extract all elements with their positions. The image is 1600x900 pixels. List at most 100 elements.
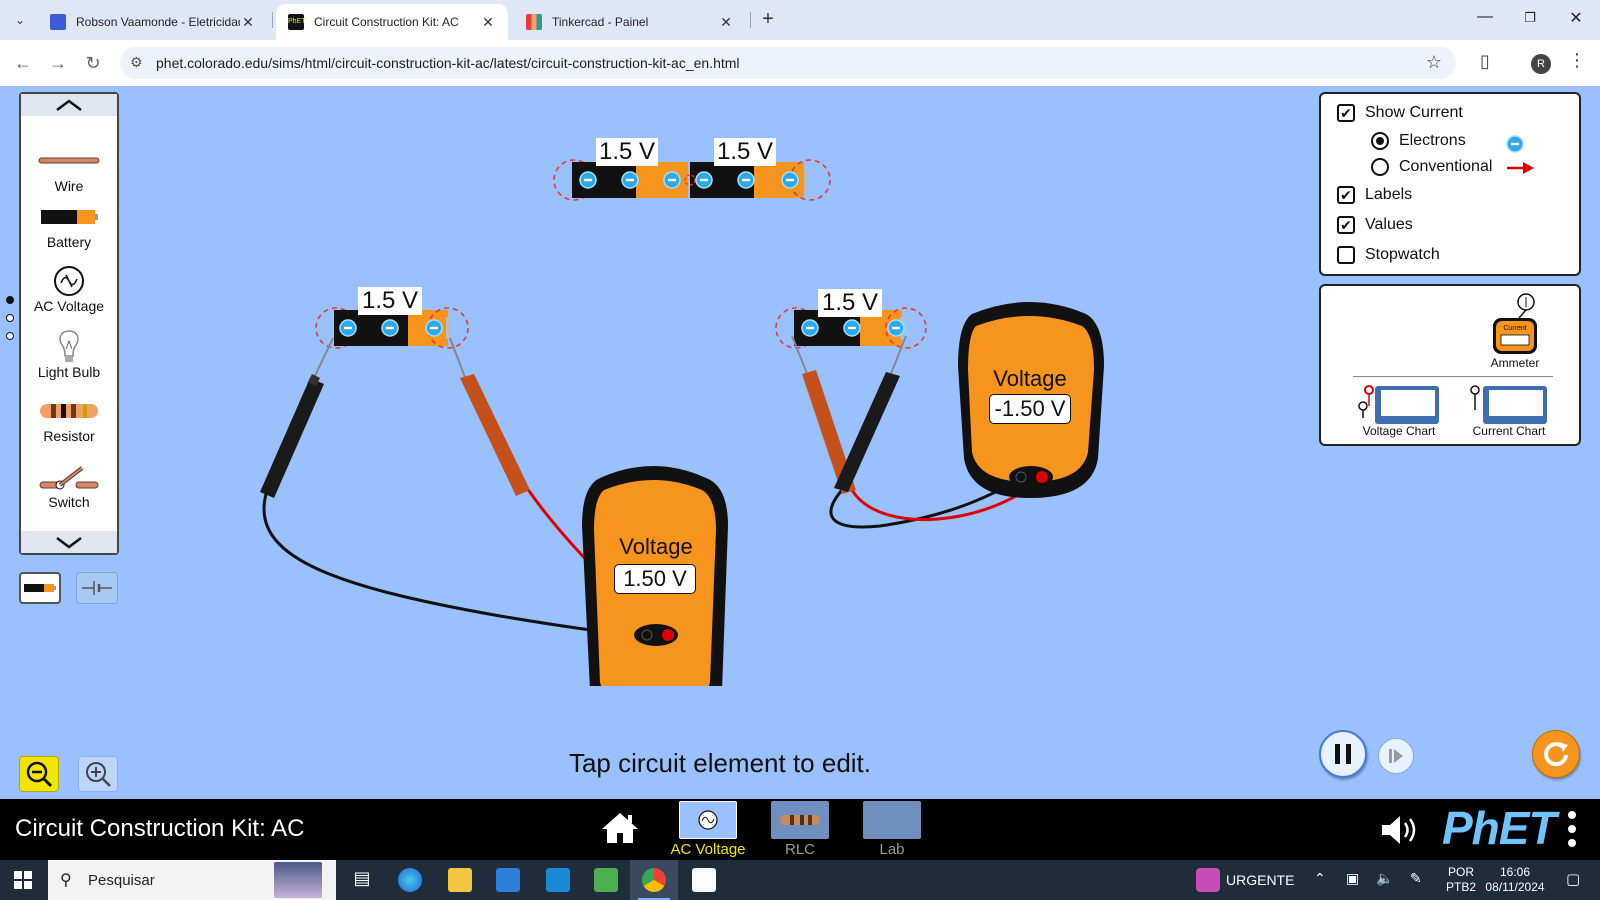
screen-label: AC Voltage	[670, 841, 746, 858]
url-text[interactable]: phet.colorado.edu/sims/html/circuit-cons…	[156, 55, 740, 71]
ammeter-tool[interactable]: Current	[1489, 292, 1539, 363]
black-probe-2[interactable]	[834, 335, 907, 492]
back-icon[interactable]: ←	[12, 52, 34, 74]
tab-separator	[750, 12, 751, 28]
voltmeter-2-title: Voltage	[993, 366, 1067, 391]
battery-value-label[interactable]: 1.5 V	[818, 289, 882, 317]
vertical-dots-icon	[1568, 811, 1576, 847]
app-icon[interactable]	[594, 868, 618, 892]
home-button[interactable]	[600, 811, 640, 850]
conventional-radio[interactable]: Conventional	[1371, 158, 1492, 176]
forward-icon[interactable]: →	[47, 52, 69, 74]
clock[interactable]: 16:06 08/11/2024	[1482, 865, 1548, 895]
reset-all-button[interactable]	[1532, 730, 1580, 778]
current-chart-label: Current Chart	[1472, 424, 1546, 438]
file-explorer-icon[interactable]	[448, 868, 472, 892]
browser-tab-robson[interactable]: Robson Vaamonde - Eletricidad ✕	[38, 4, 268, 40]
close-tab-icon[interactable]: ✕	[240, 14, 256, 31]
rlc-screen-icon	[771, 801, 829, 839]
whiteboard-icon[interactable]	[692, 868, 716, 892]
step-forward-button[interactable]	[1378, 738, 1414, 774]
battery-value-label[interactable]: 1.5 V	[714, 138, 776, 166]
checkbox-label: Stopwatch	[1365, 246, 1440, 263]
play-pause-button[interactable]	[1319, 730, 1367, 778]
close-tab-icon[interactable]: ✕	[718, 14, 734, 31]
mail-icon[interactable]	[546, 868, 570, 892]
tab-search-menu-icon[interactable]: ⌄	[8, 8, 32, 32]
red-probe-1[interactable]	[449, 337, 530, 496]
restore-icon[interactable]: ❐	[1518, 10, 1542, 26]
phet-favicon-icon: PhET	[288, 14, 306, 30]
tray-overflow-icon[interactable]: ⌃	[1314, 870, 1326, 887]
screen-tab-ac-voltage[interactable]: AC Voltage	[668, 799, 748, 858]
black-probe-1[interactable]	[260, 337, 334, 498]
tab-title: Circuit Construction Kit: AC	[314, 15, 459, 29]
minimize-icon[interactable]: —	[1473, 8, 1497, 26]
browser-address-bar: ← → ↻ ⚙ phet.colorado.edu/sims/html/circ…	[0, 40, 1600, 86]
checkbox-checked-icon: ✔	[1337, 186, 1355, 204]
radio-selected-icon	[1371, 132, 1389, 150]
phet-menu-button[interactable]	[1566, 809, 1578, 854]
values-checkbox[interactable]: ✔ Values	[1337, 216, 1413, 234]
toolbox-divider	[1353, 376, 1553, 377]
volume-icon[interactable]: 🔈	[1376, 870, 1393, 887]
urgente-app-icon[interactable]	[1196, 868, 1220, 892]
clock-date: 08/11/2024	[1485, 880, 1545, 894]
input-language[interactable]: POR PTB2	[1446, 865, 1476, 895]
lab-screen-icon	[863, 801, 921, 839]
profile-avatar[interactable]: R	[1531, 54, 1551, 74]
extensions-icon[interactable]: ▯	[1480, 51, 1490, 72]
notification-icon[interactable]: ▢	[1566, 870, 1580, 888]
zoom-out-button[interactable]	[19, 756, 59, 792]
network-icon[interactable]: ▣	[1346, 870, 1359, 887]
browser-tab-phet[interactable]: PhET Circuit Construction Kit: AC ✕	[276, 4, 508, 40]
ammeter-label: Ammeter	[1490, 356, 1540, 370]
battery-value-label[interactable]: 1.5 V	[596, 138, 658, 166]
pen-icon[interactable]: ✎	[1410, 870, 1422, 887]
screen-tab-rlc[interactable]: RLC	[760, 799, 840, 858]
pause-icon	[1335, 744, 1351, 764]
checkbox-label: Show Current	[1365, 104, 1463, 121]
new-tab-icon[interactable]: +	[756, 8, 780, 31]
browser-tab-tinkercad[interactable]: Tinkercad - Painel ✕	[514, 4, 746, 40]
clock-time: 16:06	[1499, 865, 1531, 879]
voltmeter-1-reading: 1.50 V	[614, 564, 696, 594]
sound-toggle-button[interactable]	[1380, 813, 1424, 852]
screen-label: Lab	[879, 841, 905, 858]
task-view-icon[interactable]: ▤	[350, 868, 374, 892]
sensor-toolbox: Current Ammeter Voltage Chart Current Ch…	[1319, 284, 1581, 446]
checkbox-label: Labels	[1365, 186, 1413, 203]
zoom-in-button[interactable]	[78, 756, 118, 792]
battery-top-right[interactable]	[684, 159, 831, 201]
home-icon	[602, 813, 638, 843]
phet-logo[interactable]: PhET	[1442, 801, 1557, 855]
edge-browser-icon[interactable]	[398, 868, 422, 892]
radio-unselected-icon	[1371, 158, 1389, 176]
tinkercad-favicon-icon	[526, 14, 542, 30]
reset-icon	[1544, 742, 1568, 767]
speaker-icon	[1382, 816, 1416, 844]
show-current-checkbox[interactable]: ✔ Show Current	[1337, 104, 1463, 122]
screen-tab-lab[interactable]: Lab	[852, 799, 932, 858]
close-window-icon[interactable]: ✕	[1564, 8, 1588, 28]
labels-checkbox[interactable]: ✔ Labels	[1337, 186, 1412, 204]
bookmark-star-icon[interactable]: ☆	[1426, 52, 1442, 73]
electrons-radio[interactable]: Electrons	[1371, 132, 1466, 150]
tab-title: Tinkercad - Painel	[552, 15, 649, 29]
close-tab-icon[interactable]: ✕	[480, 14, 496, 31]
site-info-icon[interactable]: ⚙	[130, 54, 143, 71]
windows-start-icon[interactable]	[14, 871, 32, 894]
voltmeter-2-reading: -1.50 V	[989, 394, 1071, 424]
chrome-taskbar-button[interactable]	[630, 860, 678, 900]
step-forward-icon	[1389, 749, 1403, 763]
url-field[interactable]: ⚙ phet.colorado.edu/sims/html/circuit-co…	[120, 47, 1456, 79]
browser-menu-icon[interactable]: ⋮	[1568, 50, 1586, 71]
taskbar-search-field[interactable]: ⚲ Pesquisar	[48, 860, 336, 900]
stopwatch-checkbox[interactable]: Stopwatch	[1337, 246, 1440, 264]
store-icon[interactable]	[496, 868, 520, 892]
urgente-label[interactable]: URGENTE	[1226, 872, 1294, 888]
search-icon: ⚲	[60, 872, 72, 889]
battery-value-label[interactable]: 1.5 V	[358, 287, 422, 315]
battery-top-left[interactable]	[553, 159, 692, 201]
reload-icon[interactable]: ↻	[82, 52, 104, 74]
